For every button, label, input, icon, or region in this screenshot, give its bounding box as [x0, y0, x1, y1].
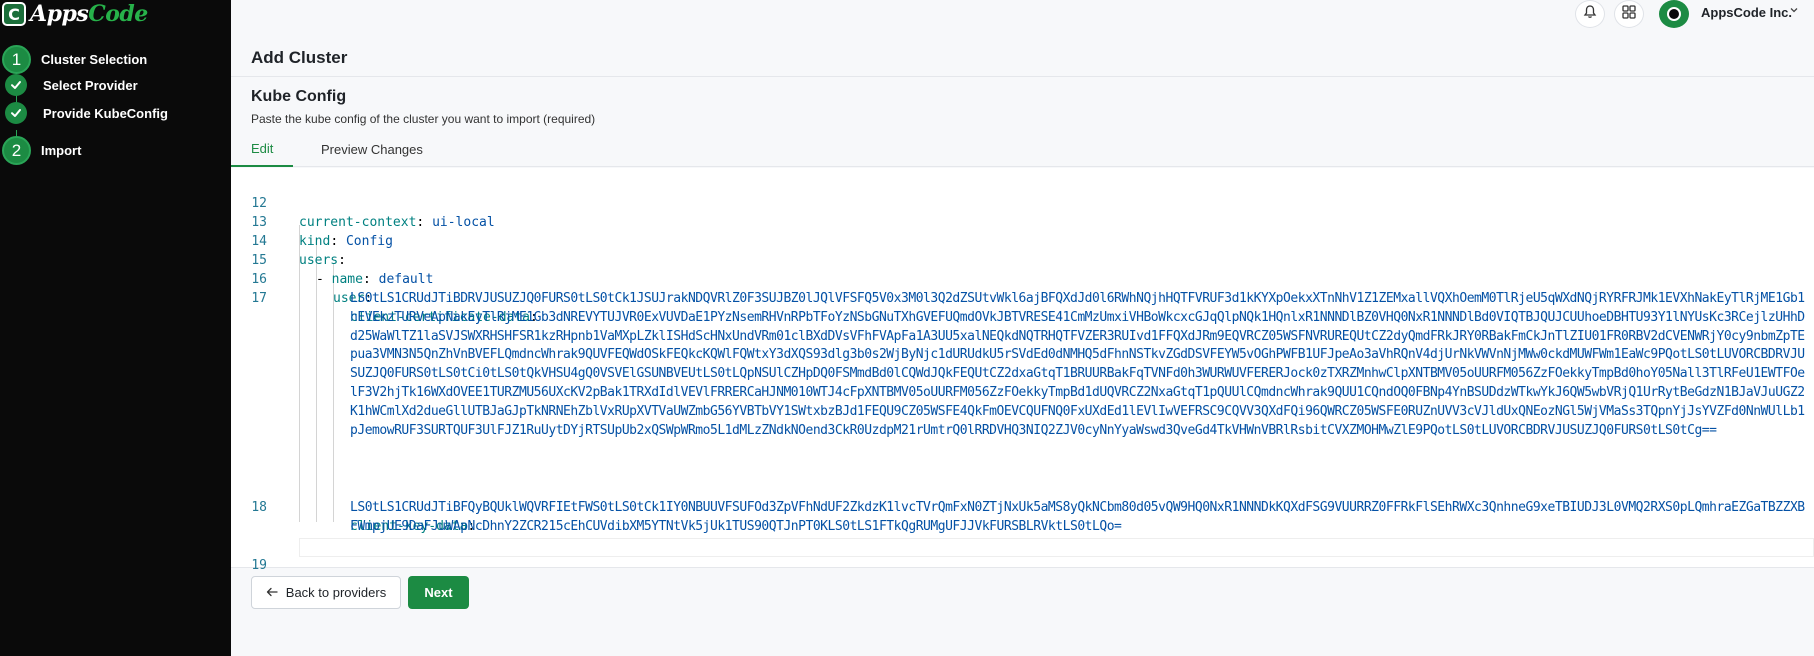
client-key-data-value: LS0tLS1CRUdJTiBFQyBQUklWQVRFIEtFWS0tLS0t… [350, 500, 1805, 534]
appscode-logo[interactable]: C AppsCode [2, 0, 148, 28]
page-title: Add Cluster [251, 48, 348, 67]
kubeconfig-editor[interactable]: 12 current-context: ui-local 13 kind: Co… [231, 168, 1814, 573]
step-cluster-selection[interactable]: 1 Cluster Selection [0, 45, 147, 74]
bell-icon [1582, 4, 1598, 25]
back-to-providers-button[interactable]: Back to providers [251, 576, 401, 609]
step-label: Select Provider [43, 77, 138, 93]
step-label: Provide KubeConfig [43, 105, 168, 121]
notifications-button[interactable] [1575, 0, 1605, 28]
sidebar: C AppsCode 1 Cluster Selection Select Pr… [0, 0, 231, 656]
divider [231, 76, 1814, 77]
step-label: Cluster Selection [41, 52, 148, 67]
editor-tabs: Edit Preview Changes [231, 131, 1814, 167]
step-number-badge: 1 [2, 45, 31, 74]
step-import[interactable]: 2 Import [0, 136, 81, 165]
org-avatar[interactable] [1659, 0, 1689, 28]
tab-preview-changes[interactable]: Preview Changes [313, 131, 431, 167]
step-provide-kubeconfig[interactable]: Provide KubeConfig [0, 102, 168, 124]
section-title: Kube Config [251, 88, 347, 105]
section-description: Paste the kube config of the cluster you… [251, 112, 596, 126]
logo-text: AppsCode [30, 1, 148, 27]
arrow-left-icon [266, 585, 278, 600]
check-icon [5, 102, 27, 124]
step-select-provider[interactable]: Select Provider [0, 74, 138, 96]
tab-edit[interactable]: Edit [231, 131, 294, 167]
chevron-down-icon[interactable] [1789, 4, 1799, 18]
back-label: Back to providers [285, 585, 387, 600]
step-number-badge: 2 [2, 136, 31, 165]
check-icon [5, 74, 27, 96]
main-content: Add Cluster Kube Config Paste the kube c… [231, 28, 1814, 656]
step-label: Import [41, 143, 82, 158]
apps-menu-button[interactable] [1614, 0, 1644, 28]
next-button[interactable]: Next [408, 576, 469, 609]
logo-mark-icon: C [2, 2, 26, 26]
grid-icon [1622, 4, 1636, 24]
avatar-icon [1667, 7, 1681, 21]
org-name[interactable]: AppsCode Inc. [1701, 5, 1792, 20]
